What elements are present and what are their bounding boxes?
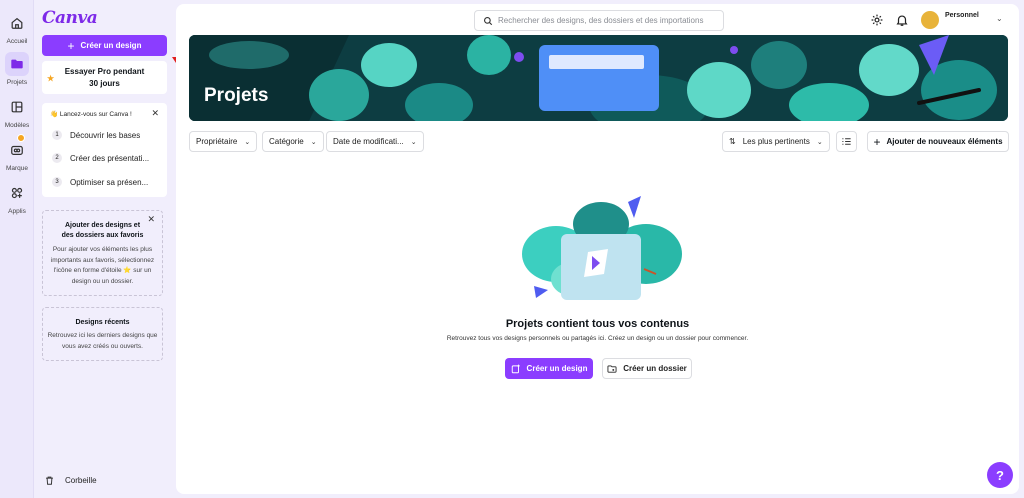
recent-body: Retrouvez ici les derniers designs que v… [47, 332, 158, 350]
create-folder-button[interactable]: Créer un dossier [602, 358, 692, 379]
onboarding-step[interactable]: 3 Optimiser sa présen... [52, 177, 148, 187]
bell-icon[interactable] [895, 13, 909, 27]
chevron-down-icon: ⌄ [310, 138, 317, 146]
trash-icon [46, 476, 53, 485]
pro-line2: 30 jours [89, 78, 120, 88]
projects-banner: Projets [189, 35, 1008, 121]
folder-icon [5, 52, 29, 76]
star-icon: ★ [47, 74, 55, 83]
step-label: Créer des présentati... [70, 153, 150, 163]
avatar[interactable] [921, 11, 939, 29]
owner-filter[interactable]: Propriétaire ⌄ [189, 131, 258, 152]
modified-filter[interactable]: Date de modificati... ⌄ [326, 131, 424, 152]
onboarding-step[interactable]: 1 Découvrir les bases [52, 130, 140, 140]
main-content: Personnel ⌄ Projets Propriétaire [176, 4, 1019, 494]
brand-icon [5, 134, 29, 162]
recent-title: Designs récents [75, 319, 130, 326]
chevron-down-icon: ⌄ [410, 138, 417, 146]
category-filter-label: Catégorie [269, 137, 304, 146]
empty-state-subtitle: Retrouvez tous vos designs personnels ou… [446, 335, 749, 342]
empty-state-illustration [522, 196, 682, 300]
home-icon [5, 11, 29, 35]
rail-label: Projets [6, 79, 28, 86]
close-icon[interactable]: ✕ [151, 108, 159, 119]
search-icon [484, 16, 493, 25]
try-pro-card[interactable]: ★ Essayer Pro pendant 30 jours [42, 61, 167, 94]
step-number: 3 [52, 177, 62, 187]
step-label: Optimiser sa présen... [70, 177, 149, 187]
create-design-label: Créer un design [80, 41, 142, 50]
onboarding-step[interactable]: 2 Créer des présentati... [52, 153, 149, 163]
canva-logo[interactable]: Canva [42, 8, 98, 28]
rail-label: Marque [5, 165, 29, 172]
favorites-body: Pour ajouter vos éléments les plus impor… [50, 246, 155, 285]
sort-label: Les plus pertinents [742, 137, 810, 146]
create-design-button[interactable]: + Créer un design [42, 35, 167, 56]
add-new-items-label: Ajouter de nouveaux éléments [886, 137, 1003, 146]
favorites-title-1: Ajouter des designs et [64, 222, 141, 229]
rail-item-projects[interactable]: Projets [0, 52, 34, 86]
rail-label: Applis [8, 208, 26, 215]
add-new-items-button[interactable]: + Ajouter de nouveaux éléments [867, 131, 1009, 152]
sort-icon: ⇅ [729, 137, 736, 146]
chevron-down-icon: ⌄ [816, 138, 823, 146]
plus-icon: + [873, 134, 881, 149]
modified-filter-label: Date de modificati... [333, 137, 404, 146]
chevron-down-icon[interactable]: ⌄ [996, 14, 1003, 23]
plus-icon: + [67, 38, 75, 53]
favorites-hint: ✕ Ajouter des designs et des dossiers aux… [42, 210, 163, 296]
account-label[interactable]: Personnel [945, 12, 979, 19]
sort-dropdown[interactable]: ⇅ Les plus pertinents ⌄ [722, 131, 830, 152]
help-button[interactable]: ? [987, 462, 1013, 488]
new-design-icon [511, 364, 520, 373]
rail-item-brand[interactable]: Marque [0, 134, 34, 172]
rail-item-home[interactable]: Accueil [0, 11, 34, 45]
rail-label: Modèles [4, 122, 30, 129]
list-view-icon [842, 138, 851, 145]
create-design-label: Créer un design [526, 364, 588, 373]
trash-link[interactable]: Corbeille [44, 475, 97, 486]
chevron-down-icon: ⌄ [244, 138, 251, 146]
page-title: Projets [204, 85, 269, 106]
step-number: 1 [52, 130, 62, 140]
side-panel: Canva + Créer un design ★ Essayer Pro pe… [34, 0, 174, 498]
recent-designs-hint: Designs récents Retrouvez ici les dernie… [42, 307, 163, 361]
templates-icon [5, 95, 29, 119]
owner-filter-label: Propriétaire [196, 137, 238, 146]
new-folder-icon [607, 364, 617, 373]
create-folder-label: Créer un dossier [623, 364, 687, 373]
rail-label: Accueil [6, 38, 28, 45]
step-number: 2 [52, 153, 62, 163]
trash-label: Corbeille [65, 476, 97, 485]
rail-item-apps[interactable]: Applis [0, 181, 34, 215]
banner-illustration [189, 35, 1008, 121]
create-design-button-main[interactable]: Créer un design [505, 358, 593, 379]
search-input[interactable] [498, 16, 718, 25]
list-view-button[interactable] [836, 131, 857, 152]
apps-icon [5, 181, 29, 205]
settings-icon[interactable] [870, 13, 884, 27]
left-rail: Accueil Projets Modèles Marque Applis [0, 0, 34, 498]
onboarding-card: 👋 Lancez-vous sur Canva ! ✕ 1 Découvrir … [42, 103, 167, 197]
search-bar[interactable] [474, 10, 724, 31]
category-filter[interactable]: Catégorie ⌄ [262, 131, 324, 152]
rail-item-templates[interactable]: Modèles [0, 95, 34, 129]
empty-state-title: Projets contient tous vos contenus [505, 318, 690, 330]
favorites-title-2: des dossiers aux favoris [61, 232, 144, 239]
pro-line1: Essayer Pro pendant [64, 67, 145, 76]
step-label: Découvrir les bases [70, 130, 141, 140]
notification-badge [17, 134, 25, 142]
close-icon[interactable]: ✕ [147, 214, 155, 225]
onboarding-title: 👋 Lancez-vous sur Canva ! [50, 111, 132, 118]
